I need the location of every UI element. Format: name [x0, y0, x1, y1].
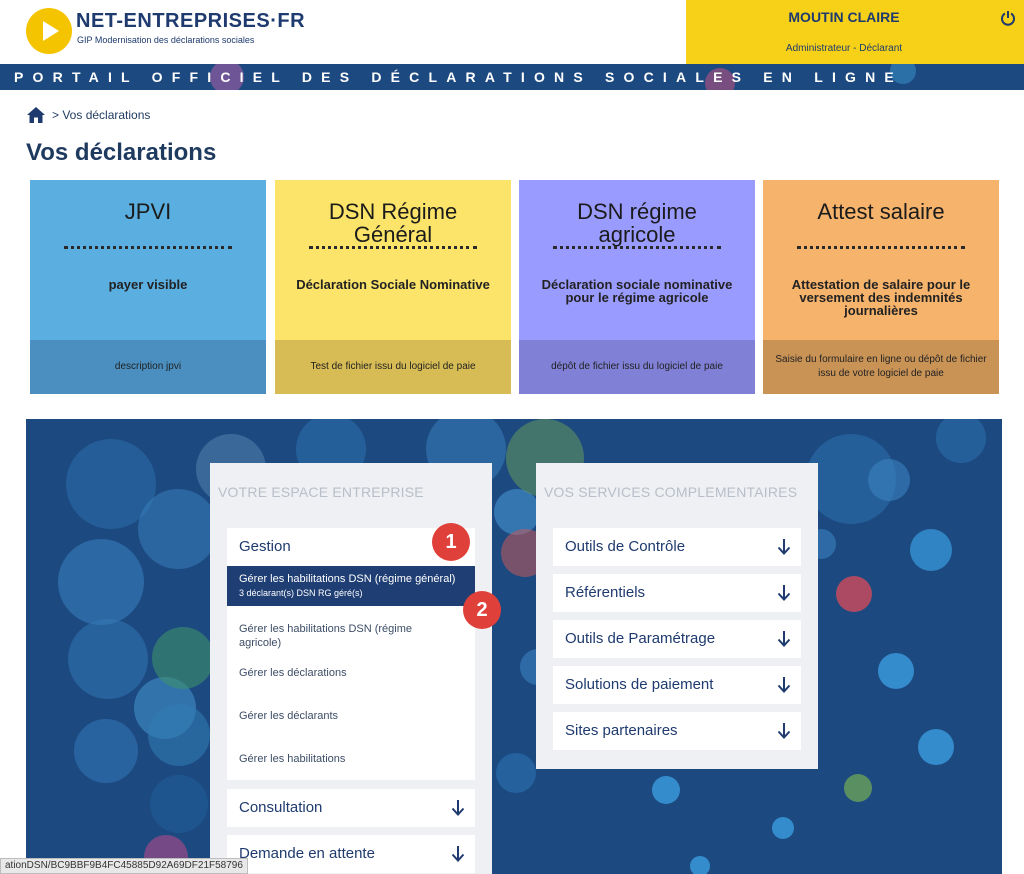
card-description: Attestation de salaire pour le versement… [791, 277, 971, 318]
outils-parametrage-row[interactable]: Outils de Paramétrage [553, 620, 801, 658]
arrow-down-icon [777, 585, 791, 601]
user-panel: MOUTIN CLAIRE Administrateur - Déclarant [686, 0, 1024, 64]
sub-item-line: Gérer les habilitations DSN (régime [239, 623, 413, 635]
card-footer: dépôt de fichier issu du logiciel de pai… [519, 340, 755, 394]
solutions-paiement-row[interactable]: Solutions de paiement [553, 666, 801, 704]
brand-subtitle: GIP Modernisation des déclarations socia… [77, 35, 255, 45]
demande-label: Demande en attente [239, 845, 375, 862]
sub-item-line: Gérer les habilitations DSN (régime géné… [239, 573, 456, 585]
sub-item-line: 3 déclarant(s) DSN RG géré(s) [239, 588, 363, 598]
gestion-label: Gestion [239, 538, 291, 555]
consultation-label: Consultation [239, 799, 323, 816]
referentiels-row[interactable]: Référentiels [553, 574, 801, 612]
card-title: JPVI [124, 199, 172, 224]
service-label: Outils de Paramétrage [565, 630, 716, 647]
page-title: Vos déclarations [26, 139, 217, 166]
arrow-down-icon [451, 846, 465, 862]
arrow-down-icon [777, 723, 791, 739]
status-bar-url: ationDSN/BC9BBF9B4FC45885D92A69DF21F5879… [0, 858, 248, 874]
manage-declarations-link[interactable]: Gérer les déclarations [227, 666, 475, 680]
card-title: Attest salaire [817, 199, 945, 224]
service-label: Solutions de paiement [565, 676, 714, 693]
card-attest-salaire[interactable]: Attest salaire Attestation de salaire po… [763, 180, 999, 394]
card-divider [309, 246, 477, 249]
sub-item-line: Gérer les déclarations [239, 667, 347, 679]
arrow-down-icon [777, 677, 791, 693]
card-footer: description jpvi [30, 340, 266, 394]
banner-text: PORTAIL OFFICIEL DES DÉCLARATIONS SOCIAL… [14, 69, 903, 85]
outils-controle-row[interactable]: Outils de Contrôle [553, 528, 801, 566]
manage-dsn-ra-habilitations-link[interactable]: Gérer les habilitations DSN (régime agri… [227, 622, 475, 650]
card-description: Déclaration Sociale Nominative [296, 277, 490, 292]
sub-item-line: agricole) [239, 637, 282, 649]
card-title: DSN Régime Général [328, 199, 458, 247]
service-label: Sites partenaires [565, 722, 678, 739]
card-divider [553, 246, 721, 249]
service-label: Outils de Contrôle [565, 538, 686, 555]
manage-dsn-rg-habilitations-link[interactable]: Gérer les habilitations DSN (régime géné… [227, 566, 475, 606]
espace-entreprise-title: VOTRE ESPACE ENTREPRISE [218, 484, 424, 500]
card-description: Déclaration sociale nominative pour le r… [541, 277, 733, 305]
brand-name[interactable]: NET-ENTREPRISES·FR [76, 10, 305, 33]
home-icon[interactable] [26, 106, 46, 124]
card-divider [797, 246, 965, 249]
sub-item-line: Gérer les déclarants [239, 710, 339, 722]
step-badge-1: 1 [432, 523, 470, 561]
services-title: VOS SERVICES COMPLEMENTAIRES [544, 484, 798, 500]
user-role: Administrateur - Déclarant [785, 43, 903, 54]
card-dsn-regime-agricole[interactable]: DSN régime agricole Déclaration sociale … [519, 180, 755, 394]
user-name[interactable]: MOUTIN CLAIRE [686, 9, 1002, 25]
service-label: Référentiels [565, 584, 646, 601]
sites-partenaires-row[interactable]: Sites partenaires [553, 712, 801, 750]
manage-habilitations-link[interactable]: Gérer les habilitations [227, 752, 475, 766]
portal-banner: PORTAIL OFFICIEL DES DÉCLARATIONS SOCIAL… [0, 64, 1024, 90]
card-jpvi[interactable]: JPVI payer visible description jpvi [30, 180, 266, 394]
breadcrumb-current: > Vos déclarations [52, 108, 151, 122]
arrow-down-icon [777, 631, 791, 647]
breadcrumb: > Vos déclarations [26, 106, 150, 124]
card-footer: Test de fichier issu du logiciel de paie [275, 340, 511, 394]
site-header: NET-ENTREPRISES·FR GIP Modernisation des… [0, 0, 1024, 64]
card-footer: Saisie du formulaire en ligne ou dépôt d… [763, 340, 999, 394]
logo-play-icon[interactable] [26, 8, 72, 54]
sub-item-line: Gérer les habilitations [239, 753, 346, 765]
consultation-row[interactable]: Consultation [227, 789, 475, 827]
gestion-submenu: Gérer les habilitations DSN (régime géné… [227, 564, 475, 780]
card-dsn-regime-general[interactable]: DSN Régime Général Déclaration Sociale N… [275, 180, 511, 394]
manage-declarants-link[interactable]: Gérer les déclarants [227, 709, 475, 723]
card-description: payer visible [108, 277, 188, 292]
services-complementaires-panel: VOS SERVICES COMPLEMENTAIRES Outils de C… [536, 463, 818, 769]
dashboard-panel: VOTRE ESPACE ENTREPRISE Gestion Gérer le… [26, 419, 1002, 874]
arrow-down-icon [451, 800, 465, 816]
demande-en-attente-row[interactable]: Demande en attente [227, 835, 475, 873]
power-icon[interactable] [1000, 10, 1016, 26]
card-divider [64, 246, 232, 249]
card-title: DSN régime agricole [577, 199, 697, 247]
step-badge-2: 2 [463, 591, 501, 629]
arrow-down-icon [777, 539, 791, 555]
